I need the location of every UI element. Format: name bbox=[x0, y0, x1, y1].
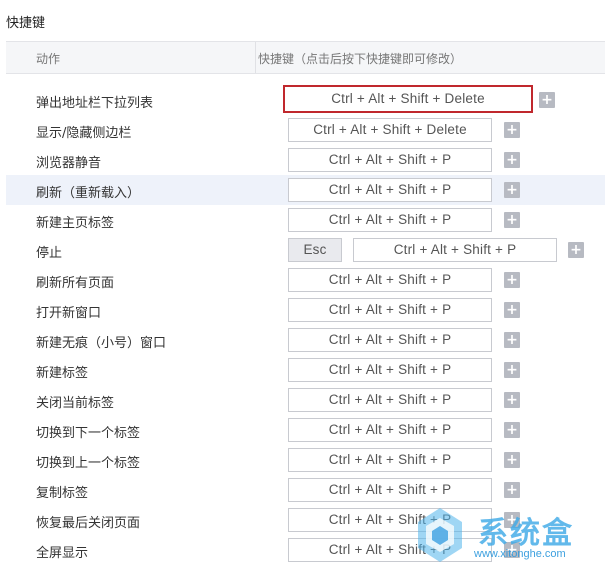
shortcut-field[interactable]: Ctrl + Alt + Shift + P bbox=[288, 478, 492, 502]
shortcut-field-selected[interactable]: Ctrl + Alt + Shift + Delete bbox=[283, 85, 533, 113]
table-row: 弹出地址栏下拉列表 Ctrl + Alt + Shift + Delete + bbox=[6, 85, 605, 115]
add-shortcut-button[interactable]: + bbox=[504, 482, 520, 498]
add-shortcut-button[interactable]: + bbox=[504, 362, 520, 378]
shortcut-field[interactable]: Ctrl + Alt + Shift + P bbox=[288, 388, 492, 412]
header-action: 动作 bbox=[36, 52, 61, 66]
action-label: 停止 bbox=[36, 246, 63, 261]
table-row: 停止 Esc Ctrl + Alt + Shift + P + bbox=[6, 235, 605, 265]
action-label: 打开新窗口 bbox=[36, 306, 102, 321]
header-divider bbox=[255, 42, 256, 73]
shortcut-field[interactable]: Ctrl + Alt + Shift + P bbox=[288, 418, 492, 442]
action-label: 复制标签 bbox=[36, 486, 89, 501]
action-label: 显示/隐藏侧边栏 bbox=[36, 126, 132, 141]
action-label: 刷新（重新载入） bbox=[36, 186, 141, 201]
action-label: 弹出地址栏下拉列表 bbox=[36, 96, 154, 111]
action-label: 新建无痕（小号）窗口 bbox=[36, 336, 167, 351]
table-row: 打开新窗口 Ctrl + Alt + Shift + P + bbox=[6, 295, 605, 325]
shortcut-field[interactable]: Ctrl + Alt + Shift + P bbox=[288, 508, 492, 532]
add-shortcut-button[interactable]: + bbox=[504, 332, 520, 348]
action-label: 全屏显示 bbox=[36, 546, 89, 561]
table-header: 动作 快捷键（点击后按下快捷键即可修改） bbox=[6, 41, 605, 74]
section-title: 快捷键 bbox=[6, 16, 46, 31]
table-row: 全屏显示 Ctrl + Alt + Shift + P + bbox=[6, 535, 605, 565]
shortcut-field[interactable]: Ctrl + Alt + Shift + Delete bbox=[288, 118, 492, 142]
action-label: 新建主页标签 bbox=[36, 216, 115, 231]
table-row: 刷新所有页面 Ctrl + Alt + Shift + P + bbox=[6, 265, 605, 295]
add-shortcut-button[interactable]: + bbox=[504, 272, 520, 288]
table-row: 显示/隐藏侧边栏 Ctrl + Alt + Shift + Delete + bbox=[6, 115, 605, 145]
shortcut-field[interactable]: Ctrl + Alt + Shift + P bbox=[288, 268, 492, 292]
shortcut-field[interactable]: Ctrl + Alt + Shift + P bbox=[288, 298, 492, 322]
shortcut-field[interactable]: Ctrl + Alt + Shift + P bbox=[288, 448, 492, 472]
table-row: 恢复最后关闭页面 Ctrl + Alt + Shift + P + bbox=[6, 505, 605, 535]
shortcut-list: 弹出地址栏下拉列表 Ctrl + Alt + Shift + Delete + 显示/… bbox=[6, 85, 605, 565]
action-label: 浏览器静音 bbox=[36, 156, 102, 171]
add-shortcut-button[interactable]: + bbox=[504, 152, 520, 168]
table-row: 新建无痕（小号）窗口 Ctrl + Alt + Shift + P + bbox=[6, 325, 605, 355]
add-shortcut-button[interactable]: + bbox=[504, 182, 520, 198]
table-row: 切换到下一个标签 Ctrl + Alt + Shift + P + bbox=[6, 415, 605, 445]
action-label: 切换到上一个标签 bbox=[36, 456, 141, 471]
add-shortcut-button[interactable]: + bbox=[504, 512, 520, 528]
shortcut-field[interactable]: Ctrl + Alt + Shift + P bbox=[288, 538, 492, 562]
table-row: 切换到上一个标签 Ctrl + Alt + Shift + P + bbox=[6, 445, 605, 475]
table-row: 复制标签 Ctrl + Alt + Shift + P + bbox=[6, 475, 605, 505]
action-label: 切换到下一个标签 bbox=[36, 426, 141, 441]
add-shortcut-button[interactable]: + bbox=[504, 122, 520, 138]
shortcut-primary-field[interactable]: Esc bbox=[288, 238, 342, 262]
add-shortcut-button[interactable]: + bbox=[504, 422, 520, 438]
action-label: 刷新所有页面 bbox=[36, 276, 115, 291]
add-shortcut-button[interactable]: + bbox=[504, 212, 520, 228]
table-row: 刷新（重新载入） Ctrl + Alt + Shift + P + bbox=[6, 175, 605, 205]
add-shortcut-button[interactable]: + bbox=[504, 542, 520, 558]
shortcut-field[interactable]: Ctrl + Alt + Shift + P bbox=[288, 178, 492, 202]
action-label: 关闭当前标签 bbox=[36, 396, 115, 411]
shortcut-field[interactable]: Ctrl + Alt + Shift + P bbox=[353, 238, 557, 262]
shortcut-field[interactable]: Ctrl + Alt + Shift + P bbox=[288, 358, 492, 382]
table-row: 关闭当前标签 Ctrl + Alt + Shift + P + bbox=[6, 385, 605, 415]
table-row: 新建标签 Ctrl + Alt + Shift + P + bbox=[6, 355, 605, 385]
add-shortcut-button[interactable]: + bbox=[504, 452, 520, 468]
shortcut-settings-page: 快捷键 动作 快捷键（点击后按下快捷键即可修改） 弹出地址栏下拉列表 Ctrl +… bbox=[0, 0, 605, 568]
action-label: 恢复最后关闭页面 bbox=[36, 516, 141, 531]
add-shortcut-button[interactable]: + bbox=[504, 392, 520, 408]
add-shortcut-button[interactable]: + bbox=[568, 242, 584, 258]
header-shortcut: 快捷键（点击后按下快捷键即可修改） bbox=[258, 52, 463, 66]
add-shortcut-button[interactable]: + bbox=[539, 92, 555, 108]
table-row: 新建主页标签 Ctrl + Alt + Shift + P + bbox=[6, 205, 605, 235]
shortcut-field[interactable]: Ctrl + Alt + Shift + P bbox=[288, 328, 492, 352]
action-label: 新建标签 bbox=[36, 366, 89, 381]
shortcut-field[interactable]: Ctrl + Alt + Shift + P bbox=[288, 208, 492, 232]
add-shortcut-button[interactable]: + bbox=[504, 302, 520, 318]
shortcut-field[interactable]: Ctrl + Alt + Shift + P bbox=[288, 148, 492, 172]
table-row: 浏览器静音 Ctrl + Alt + Shift + P + bbox=[6, 145, 605, 175]
